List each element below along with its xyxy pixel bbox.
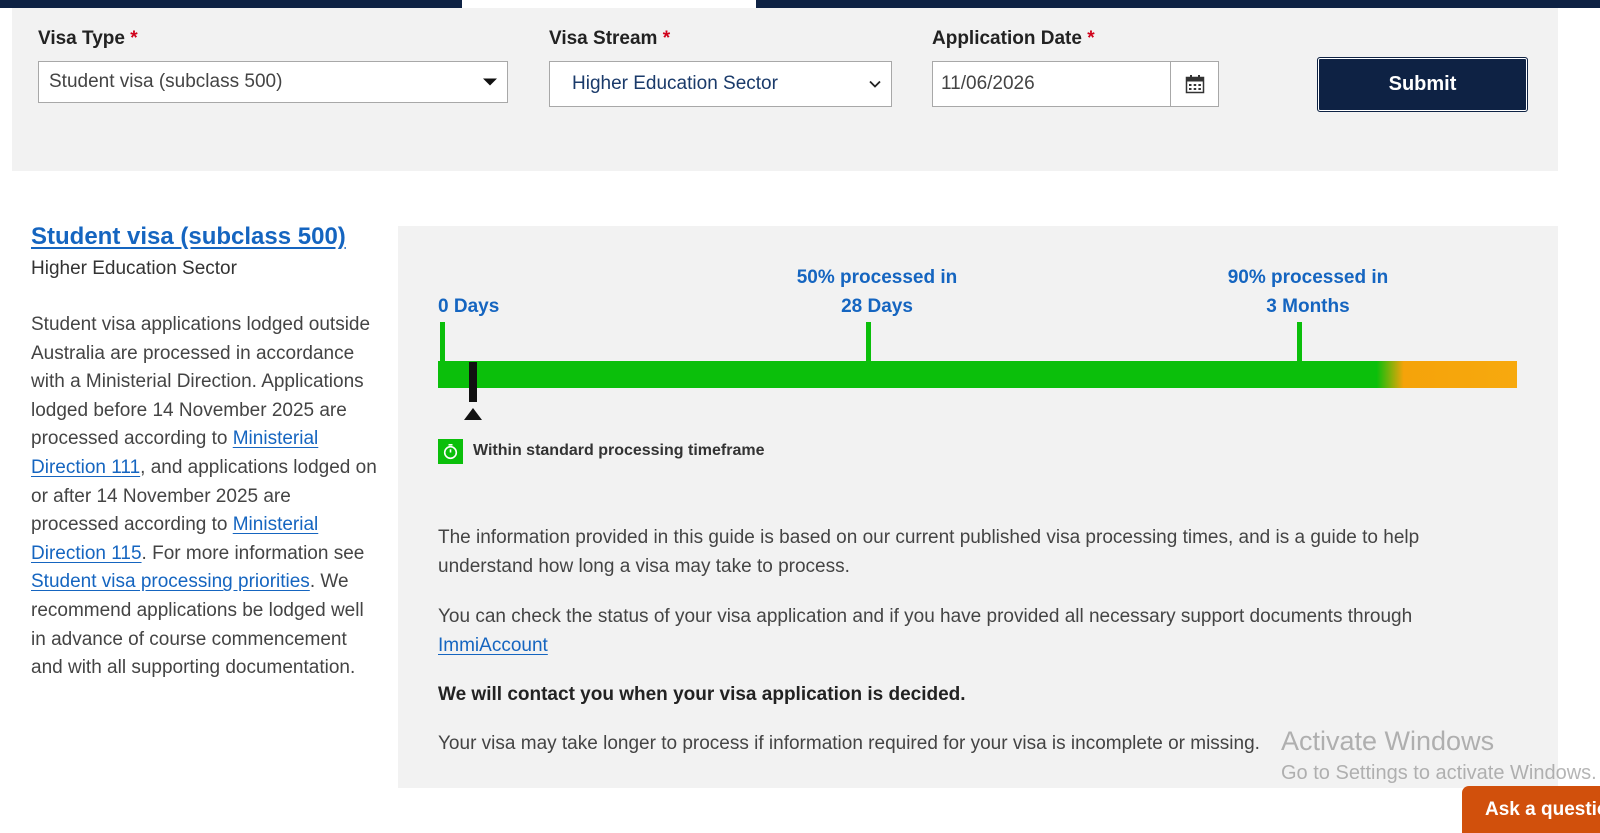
dropdown-caret-icon xyxy=(483,78,497,86)
activate-windows-hint: Go to Settings to activate Windows. xyxy=(1281,762,1597,784)
visa-stream-label: Visa Stream * xyxy=(549,28,671,49)
application-date-input[interactable]: 11/06/2026 xyxy=(932,61,1219,107)
processing-status-text: Within standard processing timeframe xyxy=(473,442,765,459)
info-paragraph-3: We will contact you when your visa appli… xyxy=(438,684,966,705)
info-paragraph-2: You can check the status of your visa ap… xyxy=(438,606,1413,656)
visa-type-select[interactable]: Student visa (subclass 500) xyxy=(38,61,508,103)
timeline-90-tick xyxy=(1297,322,1302,362)
info-paragraph-1: The information provided in this guide i… xyxy=(438,527,1420,577)
application-date-value: 11/06/2026 xyxy=(941,73,1035,94)
visa-result-title[interactable]: Student visa (subclass 500) xyxy=(31,223,346,251)
triangle-up-icon xyxy=(464,408,482,420)
visa-stream-select[interactable]: Higher Education Sector xyxy=(549,61,892,107)
visa-description: Student visa applications lodged outside… xyxy=(31,314,377,679)
immiaccount-link[interactable]: ImmiAccount xyxy=(438,635,548,656)
visa-type-value: Student visa (subclass 500) xyxy=(49,71,283,92)
timeline-50-label: 50% processed in 28 Days xyxy=(796,267,958,317)
processing-timeline-bar xyxy=(438,361,1517,388)
timeline-start-label: 0 Days xyxy=(438,296,500,317)
visa-result-subtitle: Higher Education Sector xyxy=(31,258,237,279)
current-position-marker xyxy=(469,362,477,402)
ask-question-button[interactable]: Ask a question xyxy=(1462,786,1600,833)
application-date-label: Application Date * xyxy=(932,28,1095,49)
chevron-down-icon xyxy=(869,80,881,88)
timer-icon xyxy=(438,439,463,464)
timeline-start-tick xyxy=(440,322,445,362)
visa-stream-value: Higher Education Sector xyxy=(572,73,778,94)
top-nav-bar xyxy=(0,0,1600,8)
visa-type-label: Visa Type * xyxy=(38,28,138,49)
timeline-50-tick xyxy=(866,322,871,362)
timeline-90-label: 90% processed in 3 Months xyxy=(1227,267,1389,317)
processing-priorities-link[interactable]: Student visa processing priorities xyxy=(31,571,310,592)
active-nav-tab[interactable] xyxy=(462,0,756,8)
activate-windows-watermark: Activate Windows xyxy=(1281,726,1495,756)
calendar-icon xyxy=(1185,75,1204,94)
calendar-button[interactable] xyxy=(1170,62,1218,106)
submit-button[interactable]: Submit xyxy=(1317,57,1528,112)
